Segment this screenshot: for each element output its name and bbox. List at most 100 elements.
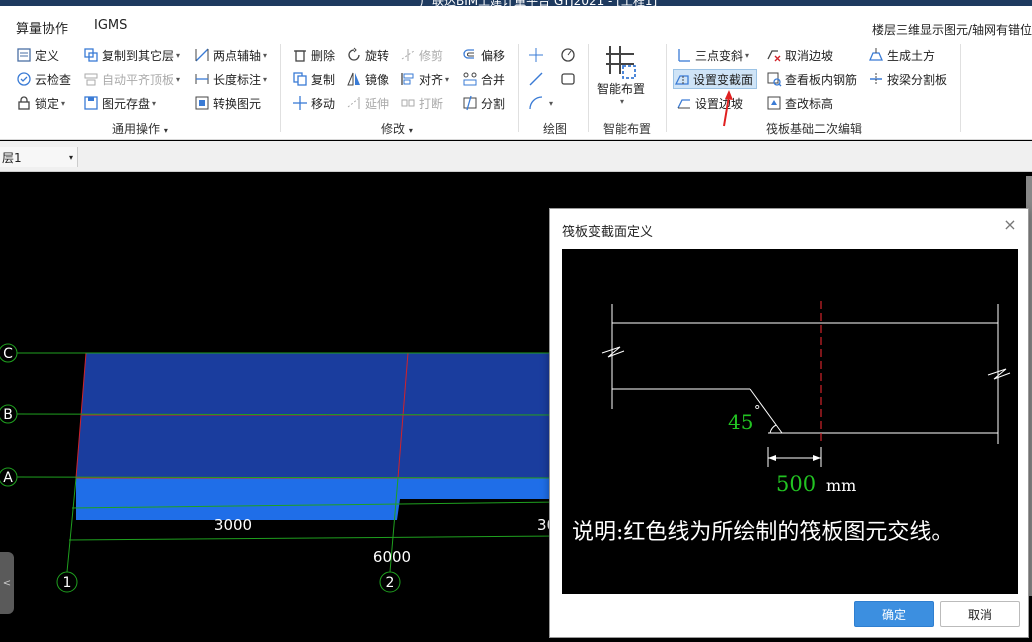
convert-element-button[interactable]: 转换图元 [194, 93, 261, 113]
chevron-down-icon: ▾ [263, 50, 268, 60]
axis-bubble-1[interactable]: 1 [56, 571, 78, 593]
view-slab-rebar-button[interactable]: 查看板内钢筋 [766, 69, 857, 89]
break-symbol-left [601, 346, 625, 358]
cancel-side-slope-button[interactable]: 取消边坡 [766, 45, 833, 65]
chevron-left-icon: < [2, 577, 12, 589]
chevron-down-icon: ▾ [263, 74, 268, 84]
side-panel-toggle[interactable]: < [0, 552, 14, 614]
rotate-icon [346, 47, 362, 63]
lock-button[interactable]: 锁定 ▾ [16, 93, 65, 113]
flush-slab-icon [83, 71, 99, 87]
group-label-modify[interactable]: 修改 ▾ [381, 120, 413, 137]
axis-bubble-c[interactable]: C [0, 343, 18, 363]
rotate-button[interactable]: 旋转 [346, 45, 389, 65]
window-title: 广联达BIM土建计量平台 GTJ2021 - [工程1] [420, 0, 658, 8]
auto-flush-top-slab-button[interactable]: 自动平齐顶板 ▾ [83, 69, 180, 89]
dimension-3000: 3000 [214, 516, 252, 534]
section-diagram-svg: 45 ° 500 mm 说明:红色线为所绘制的筏板图元交线。 [572, 301, 1011, 545]
delete-button[interactable]: 删除 [292, 45, 335, 65]
width-unit: mm [826, 476, 856, 495]
axis-label-2: 2 [386, 575, 395, 591]
lock-icon [16, 95, 32, 111]
cancel-slope-icon [766, 47, 782, 63]
ribbon-separator [280, 44, 281, 132]
dimension-icon [194, 71, 210, 87]
set-variable-section-button[interactable]: 设置变截面 [673, 69, 758, 89]
side-slope-icon [676, 95, 692, 111]
layer-select[interactable]: 层1 ▾ [0, 147, 78, 167]
arc-icon [528, 95, 544, 111]
ribbon: 定义 云检查 锁定 ▾ 复制到其它层 ▾ 自动平齐顶板 ▾ 图元存盘 ▾ 两点辅轴 ▾ 长… [0, 40, 1032, 140]
three-point-slope-icon [676, 47, 692, 63]
raft-slab-side[interactable] [76, 478, 560, 520]
group-label-smart: 智能布置 [603, 122, 652, 136]
draw-line-button[interactable] [528, 69, 547, 89]
axis-bubble-b[interactable]: B [0, 404, 18, 424]
close-icon[interactable]: × [1002, 217, 1018, 233]
axis-label-a: A [3, 470, 13, 486]
cloud-check-button[interactable]: 云检查 [16, 69, 71, 89]
menu-tab-collaboration[interactable]: 算量协作 [16, 18, 68, 37]
trim-button[interactable]: 修剪 [400, 45, 443, 65]
length-dimension-button[interactable]: 长度标注 ▾ [194, 69, 267, 89]
draw-point-button[interactable] [528, 45, 547, 65]
align-button[interactable]: 对齐 ▾ [400, 69, 449, 89]
ribbon-separator [666, 44, 667, 132]
top-bar: 广联达BIM土建计量平台 GTJ2021 - [工程1] 算量协作 IGMS 楼… [0, 0, 1032, 40]
move-icon [292, 95, 308, 111]
diagram-note: 说明:红色线为所绘制的筏板图元交线。 [572, 520, 953, 545]
two-point-axis-button[interactable]: 两点辅轴 ▾ [194, 45, 267, 65]
split-by-beam-button[interactable]: 按梁分割板 [868, 69, 947, 89]
right-hint-text: 楼层三维显示图元/轴网有错位 [871, 23, 1032, 37]
confirm-button[interactable]: 确定 [854, 601, 934, 627]
axis-bubble-2[interactable]: 2 [379, 571, 401, 593]
smart-layout-icon [604, 44, 638, 80]
element-save-button[interactable]: 图元存盘 ▾ [83, 93, 156, 113]
axis-label-1: 1 [63, 575, 72, 591]
break-button[interactable]: 打断 [400, 93, 443, 113]
dim-arrow-right [813, 455, 821, 461]
define-button[interactable]: 定义 [16, 45, 59, 65]
split-icon [462, 95, 478, 111]
width-value: 500 [776, 472, 816, 496]
draw-rectangle-button[interactable] [560, 69, 579, 89]
copy-to-other-floor-button[interactable]: 复制到其它层 ▾ [83, 45, 180, 65]
three-point-slope-button[interactable]: 三点变斜 ▾ [676, 45, 749, 65]
chevron-down-icon: ▾ [408, 126, 413, 135]
extend-button[interactable]: 延伸 [346, 93, 389, 113]
generate-earthwork-button[interactable]: 生成土方 [868, 45, 935, 65]
chevron-down-icon: ▾ [445, 74, 450, 84]
convert-icon [194, 95, 210, 111]
chevron-down-icon: ▾ [176, 74, 181, 84]
break-icon [400, 95, 416, 111]
mirror-button[interactable]: 镜像 [346, 69, 389, 89]
dim-arrow-left [768, 455, 776, 461]
trash-icon [292, 47, 308, 63]
merge-button[interactable]: 合并 [462, 69, 505, 89]
trim-icon [400, 47, 416, 63]
variable-section-dialog: 筏板变截面定义 × 45 ° 500 mm 说明:红色线为所绘制的筏板图元交线。… [549, 208, 1029, 638]
merge-icon [462, 71, 478, 87]
mirror-icon [346, 71, 362, 87]
align-icon [400, 71, 416, 87]
axis-bubble-a[interactable]: A [0, 467, 18, 487]
title-strip: 广联达BIM土建计量平台 GTJ2021 - [工程1] [0, 0, 1032, 8]
section-diagram: 45 ° 500 mm 说明:红色线为所绘制的筏板图元交线。 [562, 249, 1018, 594]
cancel-button[interactable]: 取消 [940, 601, 1020, 627]
chevron-down-icon: ▾ [61, 98, 66, 108]
copy-button[interactable]: 复制 [292, 69, 335, 89]
degree-mark: ° [754, 404, 761, 419]
split-button[interactable]: 分割 [462, 93, 505, 113]
line-icon [528, 71, 544, 87]
move-button[interactable]: 移动 [292, 93, 335, 113]
offset-button[interactable]: 偏移 [462, 45, 505, 65]
extend-icon [346, 95, 362, 111]
draw-arc-tool-button[interactable] [560, 45, 579, 65]
menu-tab-igms[interactable]: IGMS [94, 18, 127, 33]
smart-layout-button[interactable]: 智能布置 ▾ [597, 44, 645, 116]
define-icon [16, 47, 32, 63]
draw-arc-button[interactable]: ▾ [528, 93, 553, 113]
group-label-general[interactable]: 通用操作 ▾ [112, 120, 168, 137]
offset-icon [462, 47, 478, 63]
check-edit-elevation-button[interactable]: 查改标高 [766, 93, 833, 113]
